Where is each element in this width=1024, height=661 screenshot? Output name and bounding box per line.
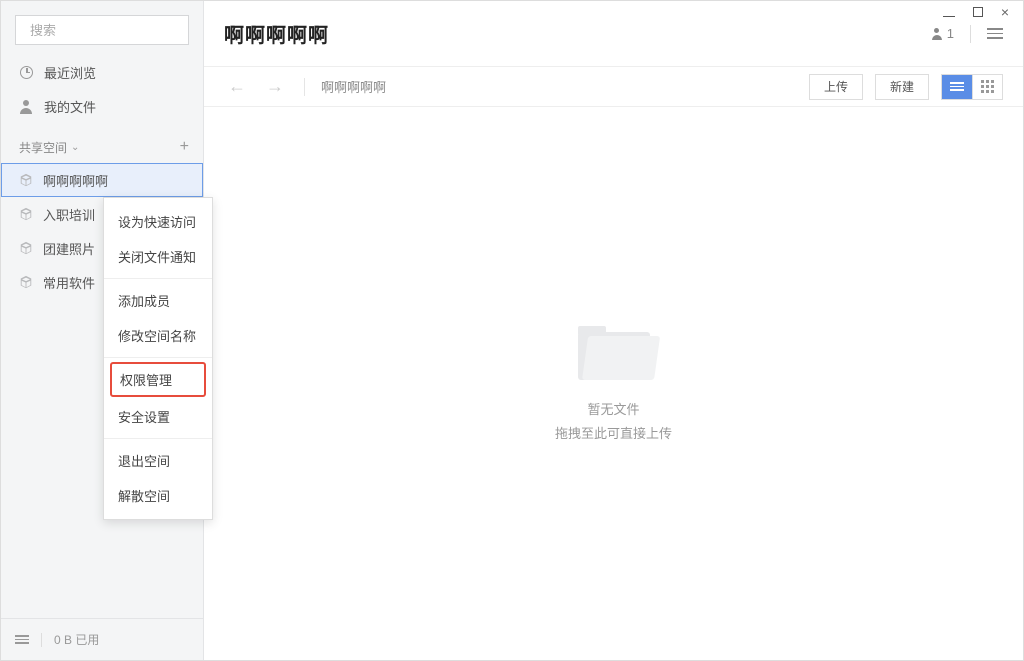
menu-add-member[interactable]: 添加成员 [104, 283, 212, 318]
menu-security[interactable]: 安全设置 [104, 399, 212, 434]
new-button[interactable]: 新建 [875, 74, 929, 100]
sidebar-item-space-0[interactable]: 啊啊啊啊啊 [1, 163, 203, 197]
divider [41, 633, 42, 647]
cube-icon [19, 275, 33, 289]
back-button[interactable]: ← [224, 76, 250, 97]
member-count-value: 1 [947, 26, 954, 41]
content-area[interactable]: 暂无文件 拖拽至此可直接上传 [204, 107, 1023, 660]
menu-icon[interactable] [15, 635, 29, 644]
add-space-button[interactable]: + [180, 138, 189, 156]
maximize-button[interactable] [973, 4, 983, 20]
menu-separator [104, 357, 212, 358]
divider [304, 78, 305, 96]
page-title: 啊啊啊啊啊 [224, 19, 329, 48]
section-toggle[interactable]: 共享空间 ⌄ [19, 139, 79, 156]
cube-icon [19, 241, 33, 255]
menu-close-notify[interactable]: 关闭文件通知 [104, 239, 212, 274]
nav-myfiles[interactable]: 我的文件 [1, 89, 203, 123]
empty-title: 暂无文件 [555, 398, 672, 421]
forward-button[interactable]: → [262, 76, 288, 97]
section-title-label: 共享空间 [19, 139, 67, 156]
menu-exit[interactable]: 退出空间 [104, 443, 212, 478]
person-icon [19, 99, 34, 114]
search-box[interactable] [15, 15, 189, 45]
nav-myfiles-label: 我的文件 [44, 97, 96, 116]
nav-recent-label: 最近浏览 [44, 63, 96, 82]
cube-icon [19, 207, 33, 221]
empty-folder-icon [578, 322, 650, 380]
menu-separator [104, 438, 212, 439]
clock-icon [19, 65, 34, 80]
person-icon [931, 28, 943, 40]
list-view-button[interactable] [942, 75, 972, 99]
section-header: 共享空间 ⌄ + [1, 131, 203, 163]
breadcrumb[interactable]: 啊啊啊啊啊 [321, 77, 386, 96]
member-count[interactable]: 1 [931, 26, 954, 41]
view-toggle [941, 74, 1003, 100]
grid-view-button[interactable] [972, 75, 1002, 99]
sidebar-footer: 0 B 已用 [1, 618, 203, 660]
menu-quick-access[interactable]: 设为快速访问 [104, 204, 212, 239]
menu-separator [104, 278, 212, 279]
close-button[interactable]: × [1001, 4, 1009, 20]
minimize-button[interactable] [943, 4, 955, 20]
nav-recent[interactable]: 最近浏览 [1, 55, 203, 89]
grid-icon [981, 80, 994, 93]
space-label: 团建照片 [43, 239, 95, 258]
chevron-down-icon: ⌄ [71, 142, 79, 153]
upload-button[interactable]: 上传 [809, 74, 863, 100]
menu-dissolve[interactable]: 解散空间 [104, 478, 212, 513]
divider [970, 25, 971, 43]
main: 啊啊啊啊啊 1 ← → 啊啊啊啊啊 上传 新建 [204, 1, 1023, 660]
toolbar: ← → 啊啊啊啊啊 上传 新建 [204, 67, 1023, 107]
empty-text: 暂无文件 拖拽至此可直接上传 [555, 398, 672, 445]
space-label: 啊啊啊啊啊 [43, 171, 108, 190]
more-menu-icon[interactable] [987, 28, 1003, 39]
cube-icon [19, 173, 33, 187]
empty-subtitle: 拖拽至此可直接上传 [555, 422, 672, 445]
menu-rename[interactable]: 修改空间名称 [104, 318, 212, 353]
space-label: 入职培训 [43, 205, 95, 224]
main-header: 啊啊啊啊啊 1 [204, 1, 1023, 67]
list-icon [950, 82, 964, 91]
storage-text: 0 B 已用 [54, 631, 99, 648]
context-menu: 设为快速访问 关闭文件通知 添加成员 修改空间名称 权限管理 安全设置 退出空间… [103, 197, 213, 520]
menu-permissions[interactable]: 权限管理 [110, 362, 206, 397]
space-label: 常用软件 [43, 273, 95, 292]
search-input[interactable] [30, 23, 206, 38]
